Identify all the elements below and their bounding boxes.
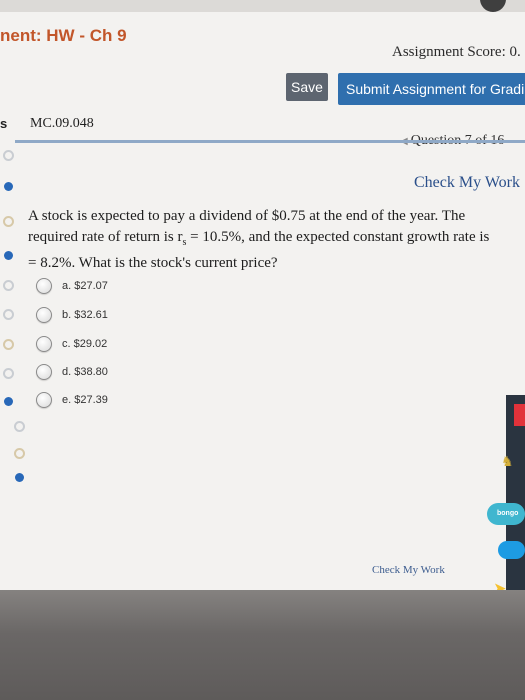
question-text: A stock is expected to pay a dividend of… xyxy=(28,206,525,274)
dock-chess-icon[interactable]: ♞ xyxy=(501,447,525,475)
submit-assignment-button[interactable]: Submit Assignment for Gradi xyxy=(338,73,525,105)
question-id: MC.09.048 xyxy=(30,116,94,131)
dock-cloud-icon[interactable] xyxy=(498,541,525,559)
choice-c[interactable]: c. $29.02 xyxy=(36,334,107,354)
question-text-line-2: required rate of return is rs = 10.5%, a… xyxy=(28,227,525,253)
question-dot-9[interactable] xyxy=(4,397,13,406)
choice-label: b. $32.61 xyxy=(62,309,108,321)
choice-d[interactable]: d. $38.80 xyxy=(36,362,108,382)
question-dot-4[interactable] xyxy=(4,251,13,260)
check-my-work-link[interactable]: Check My Work xyxy=(414,174,520,192)
choice-label: a. $27.07 xyxy=(62,280,108,292)
radio-button[interactable] xyxy=(36,392,52,408)
radio-button[interactable] xyxy=(36,364,52,380)
top-strip xyxy=(0,0,525,12)
header-divider xyxy=(15,140,525,143)
question-text-line-2-post: = 10.5%, and the expected constant growt… xyxy=(186,229,490,245)
dock-bongo-icon[interactable]: bongo xyxy=(487,503,525,525)
choice-label: e. $27.39 xyxy=(62,394,108,406)
question-text-line-2-pre: required rate of return is r xyxy=(28,229,183,245)
screen: nent: HW - Ch 9 Assignment Score: 0. Sav… xyxy=(0,0,525,590)
question-text-line-3: = 8.2%. What is the stock's current pric… xyxy=(28,255,278,271)
question-dot-11[interactable] xyxy=(14,448,25,459)
question-dot-12[interactable] xyxy=(15,473,24,482)
save-button[interactable]: Save xyxy=(286,73,328,101)
choice-b[interactable]: b. $32.61 xyxy=(36,305,108,325)
dock-red-icon[interactable] xyxy=(514,404,525,426)
assignment-title: nent: HW - Ch 9 xyxy=(0,26,127,45)
question-text-line-1: A stock is expected to pay a dividend of… xyxy=(28,208,466,224)
radio-button[interactable] xyxy=(36,278,52,294)
radio-button[interactable] xyxy=(36,336,52,352)
question-dot-2[interactable] xyxy=(4,182,13,191)
question-dot-6[interactable] xyxy=(3,309,14,320)
choice-a[interactable]: a. $27.07 xyxy=(36,276,108,296)
question-dot-1[interactable] xyxy=(3,150,14,161)
choice-label: d. $38.80 xyxy=(62,366,108,378)
choice-e[interactable]: e. $27.39 xyxy=(36,390,108,410)
dock-arrow-icon[interactable]: ➤ xyxy=(494,581,510,590)
radio-button[interactable] xyxy=(36,307,52,323)
question-dot-5[interactable] xyxy=(3,280,14,291)
question-dot-7[interactable] xyxy=(3,339,14,350)
sidebar-label: s xyxy=(0,116,8,131)
choice-label: c. $29.02 xyxy=(62,338,108,350)
laptop-bezel xyxy=(0,590,525,700)
question-dot-10[interactable] xyxy=(14,421,25,432)
question-dot-8[interactable] xyxy=(3,368,14,379)
question-dot-3[interactable] xyxy=(3,216,14,227)
assignment-score: Assignment Score: 0. xyxy=(392,44,521,60)
bottom-check-my-work-link[interactable]: Check My Work xyxy=(372,564,445,576)
